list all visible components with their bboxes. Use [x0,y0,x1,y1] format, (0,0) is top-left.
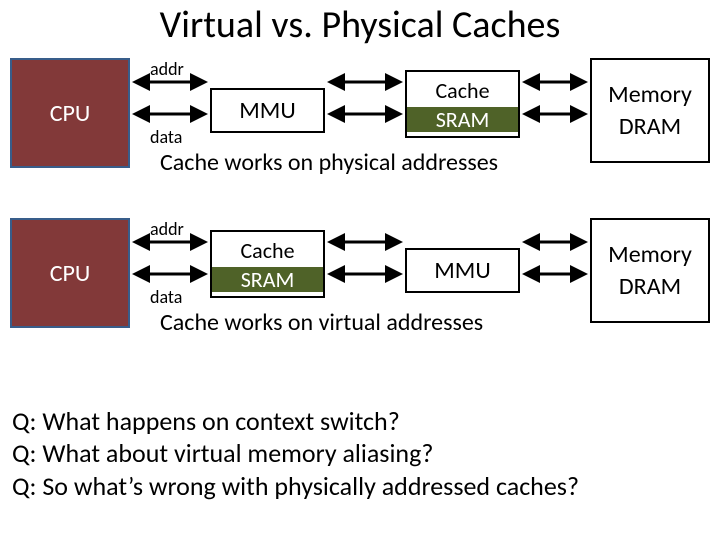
double-arrow-icon [520,76,590,96]
memory-box: Memory DRAM [590,218,710,323]
dram-label: DRAM [619,271,681,302]
double-arrow-icon [130,108,210,128]
question-1: Q: What happens on context switch? [12,405,579,438]
cache-box: Cache SRAM [210,230,325,298]
sram-label: SRAM [212,267,323,292]
cpu-box: CPU [10,218,130,328]
double-arrow-icon [325,108,405,128]
slide-title: Virtual vs. Physical Caches [0,2,720,48]
memory-label: Memory [608,79,692,110]
question-2: Q: What about virtual memory aliasing? [12,437,579,470]
diagram-virtual: CPU addr data Cache SRAM MMU Memory DRAM… [10,208,710,358]
caption-physical: Cache works on physical addresses [160,148,498,177]
double-arrow-icon [130,76,210,96]
questions-block: Q: What happens on context switch? Q: Wh… [12,405,579,503]
cache-box: Cache SRAM [405,70,520,138]
data-label: data [150,128,182,146]
diagram-physical: CPU addr data MMU Cache SRAM Memory DRAM… [10,48,710,198]
double-arrow-icon [325,268,405,288]
sram-label: SRAM [407,107,518,132]
memory-label: Memory [608,239,692,270]
caption-virtual: Cache works on virtual addresses [160,308,483,337]
dram-label: DRAM [619,111,681,142]
memory-box: Memory DRAM [590,58,710,163]
double-arrow-icon [130,236,210,256]
data-label: data [150,288,182,306]
cpu-box: CPU [10,58,130,168]
double-arrow-icon [325,76,405,96]
double-arrow-icon [325,236,405,256]
question-3: Q: So what’s wrong with physically addre… [12,470,579,503]
cache-label: Cache [435,76,489,107]
cache-label: Cache [240,236,294,267]
mmu-box: MMU [210,88,325,133]
double-arrow-icon [520,236,590,256]
mmu-box: MMU [405,248,520,293]
double-arrow-icon [520,108,590,128]
double-arrow-icon [130,268,210,288]
double-arrow-icon [520,268,590,288]
